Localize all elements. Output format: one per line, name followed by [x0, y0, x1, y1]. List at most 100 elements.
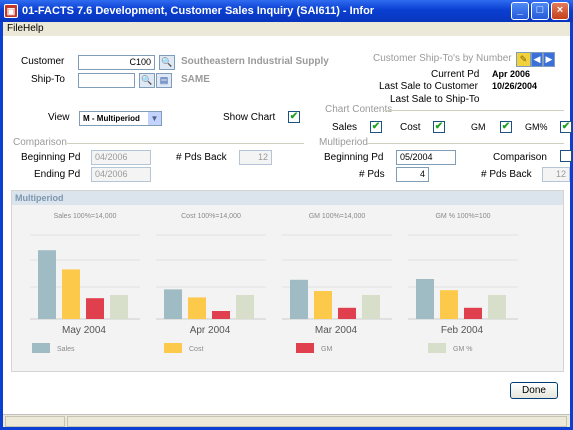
sales-checkbox[interactable]: ✔	[370, 121, 382, 133]
show-chart-checkbox[interactable]: ✔	[288, 111, 300, 123]
comparison-ending-pd-label: Ending Pd	[34, 169, 81, 180]
customer-name: Southeastern Industrial Supply	[181, 56, 329, 67]
shipto-name: SAME	[181, 74, 210, 85]
gm-checkbox[interactable]: ✔	[500, 121, 512, 133]
menu-bar: File Help	[3, 22, 570, 36]
category-label: Feb 2004	[441, 325, 484, 336]
gm-percent-checkbox[interactable]: ✔	[560, 121, 572, 133]
maximize-icon[interactable]: □	[531, 2, 549, 20]
prev-arrow-icon[interactable]: ◀	[531, 52, 543, 67]
bar-cost-1	[188, 297, 206, 319]
legend-swatch	[296, 343, 314, 353]
comparison-ending-pd-input[interactable]: 04/2006	[91, 167, 151, 182]
bar-cost-3	[440, 290, 458, 319]
legend-label: GM %	[453, 346, 472, 353]
status-bar	[3, 414, 570, 427]
customer-input[interactable]: C100	[78, 55, 155, 70]
legend-label: Cost	[189, 346, 203, 353]
minimize-icon[interactable]: _	[511, 2, 529, 20]
chart-panel: Multiperiod Sales 100%=14,000 May 2004 Cos…	[11, 190, 564, 372]
close-icon[interactable]: ×	[551, 2, 569, 20]
shipto-input[interactable]	[78, 73, 135, 88]
bar-gm--2	[362, 295, 380, 319]
bar-gm-3	[464, 307, 482, 319]
scale-label: Cost 100%=14,000	[181, 213, 241, 220]
app-icon: ▣	[4, 4, 18, 18]
sales-label: Sales	[332, 122, 358, 133]
bar-gm--0	[110, 295, 128, 319]
bar-cost-0	[62, 269, 80, 319]
bar-gm--1	[236, 295, 254, 319]
legend-swatch	[428, 343, 446, 353]
view-select-value: M - Multiperiod	[83, 114, 140, 123]
done-button[interactable]: Done	[510, 382, 558, 399]
last-sale-customer-label: Last Sale to Customer	[379, 81, 478, 92]
bar-sales-0	[38, 250, 56, 319]
bar-sales-3	[416, 279, 434, 319]
cost-label: Cost	[400, 122, 421, 133]
scale-label: Sales 100%=14,000	[54, 213, 117, 220]
current-pd-value: Apr 2006	[492, 69, 531, 79]
menu-help[interactable]: Help	[23, 23, 44, 34]
legend-label: GM	[321, 346, 332, 353]
multiperiod-beginning-pd-input[interactable]: 05/2004	[396, 150, 456, 165]
chart-panel-title: Multiperiod	[12, 191, 563, 205]
bar-gm-1	[212, 311, 230, 319]
multiperiod-pds-back-label: # Pds Back	[481, 169, 532, 180]
comparison-group-label: Comparison	[13, 137, 67, 148]
comparison-beginning-pd-input[interactable]: 04/2006	[91, 150, 151, 165]
multiperiod-pds-label: # Pds	[359, 169, 385, 180]
shipto-browse-icon[interactable]: ▤	[156, 73, 172, 88]
shipto-label: Ship-To	[31, 74, 65, 85]
chart-contents-divider	[383, 110, 564, 111]
multiperiod-pds-input[interactable]: 4	[396, 167, 429, 182]
legend-label: Sales	[57, 346, 75, 353]
multiperiod-chart: Sales 100%=14,000 May 2004 Cost 100%=14,00…	[30, 213, 518, 353]
show-chart-label: Show Chart	[223, 112, 276, 123]
status-cell-1	[5, 416, 65, 427]
view-select[interactable]: M - Multiperiod ▼	[79, 111, 162, 126]
title-bar: ▣ 01-FACTS 7.6 Development, Customer Sal…	[0, 0, 573, 22]
customer-label: Customer	[21, 56, 65, 67]
last-sale-shipto-label: Last Sale to Ship-To	[390, 94, 480, 105]
category-label: May 2004	[62, 325, 106, 336]
category-label: Mar 2004	[315, 325, 358, 336]
status-cell-2	[67, 416, 567, 427]
comparison-beginning-pd-label: Beginning Pd	[21, 152, 81, 163]
chevron-down-icon: ▼	[148, 112, 161, 125]
multiperiod-pds-back-input[interactable]: 12	[542, 167, 570, 182]
bar-gm-0	[86, 298, 104, 319]
legend-swatch	[164, 343, 182, 353]
multiperiod-comparison-label: Comparison	[493, 152, 547, 163]
bar-sales-1	[164, 289, 182, 319]
next-arrow-icon[interactable]: ▶	[543, 52, 555, 67]
comparison-pds-back-input[interactable]: 12	[239, 150, 272, 165]
scale-label: GM 100%=14,000	[309, 213, 366, 220]
comparison-divider	[67, 143, 304, 144]
multiperiod-beginning-pd-label: Beginning Pd	[324, 152, 384, 163]
multiperiod-divider	[367, 143, 564, 144]
current-pd-label: Current Pd	[431, 69, 480, 80]
category-label: Apr 2004	[190, 325, 231, 336]
multiperiod-comparison-checkbox[interactable]	[560, 150, 572, 162]
customer-search-icon[interactable]: 🔍	[159, 55, 175, 70]
shipto-by-number-label: Customer Ship-To's by Number	[373, 53, 512, 64]
comparison-pds-back-label: # Pds Back	[176, 152, 227, 163]
bar-sales-2	[290, 279, 308, 319]
cost-checkbox[interactable]: ✔	[433, 121, 445, 133]
bar-gm-2	[338, 307, 356, 319]
last-sale-customer-value: 10/26/2004	[492, 81, 538, 91]
gm-percent-label: GM%	[525, 122, 548, 132]
view-label: View	[48, 112, 70, 123]
gm-label: GM	[471, 122, 486, 132]
menu-file[interactable]: File	[7, 23, 23, 34]
multiperiod-group-label: Multiperiod	[319, 137, 368, 148]
shipto-search-icon[interactable]: 🔍	[139, 73, 155, 88]
bar-gm--3	[488, 295, 506, 319]
main-content: Customer C100 🔍 Southeastern Industrial …	[3, 36, 572, 414]
bar-cost-2	[314, 291, 332, 319]
folder-icon[interactable]: ✎	[516, 52, 531, 67]
scale-label: GM % 100%=100	[435, 213, 490, 220]
legend-swatch	[32, 343, 50, 353]
app-window: ▣ 01-FACTS 7.6 Development, Customer Sal…	[0, 0, 573, 430]
